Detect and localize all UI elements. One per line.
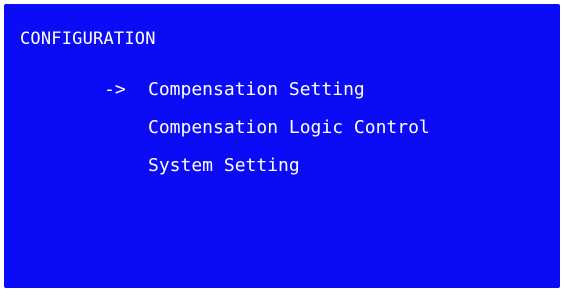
- menu-item-label: Compensation Setting: [148, 79, 365, 100]
- menu-item-label: System Setting: [148, 155, 300, 176]
- menu-item-system-setting[interactable]: System Setting: [104, 154, 430, 178]
- menu-item-compensation-setting[interactable]: -> Compensation Setting: [104, 78, 430, 102]
- menu-item-compensation-logic-control[interactable]: Compensation Logic Control: [104, 116, 430, 140]
- screen-title: CONFIGURATION: [20, 29, 156, 49]
- configuration-menu: -> Compensation Setting Compensation Log…: [104, 78, 430, 192]
- menu-item-label: Compensation Logic Control: [148, 117, 430, 138]
- selection-cursor: ->: [104, 79, 126, 100]
- configuration-screen: CONFIGURATION -> Compensation Setting Co…: [4, 4, 560, 288]
